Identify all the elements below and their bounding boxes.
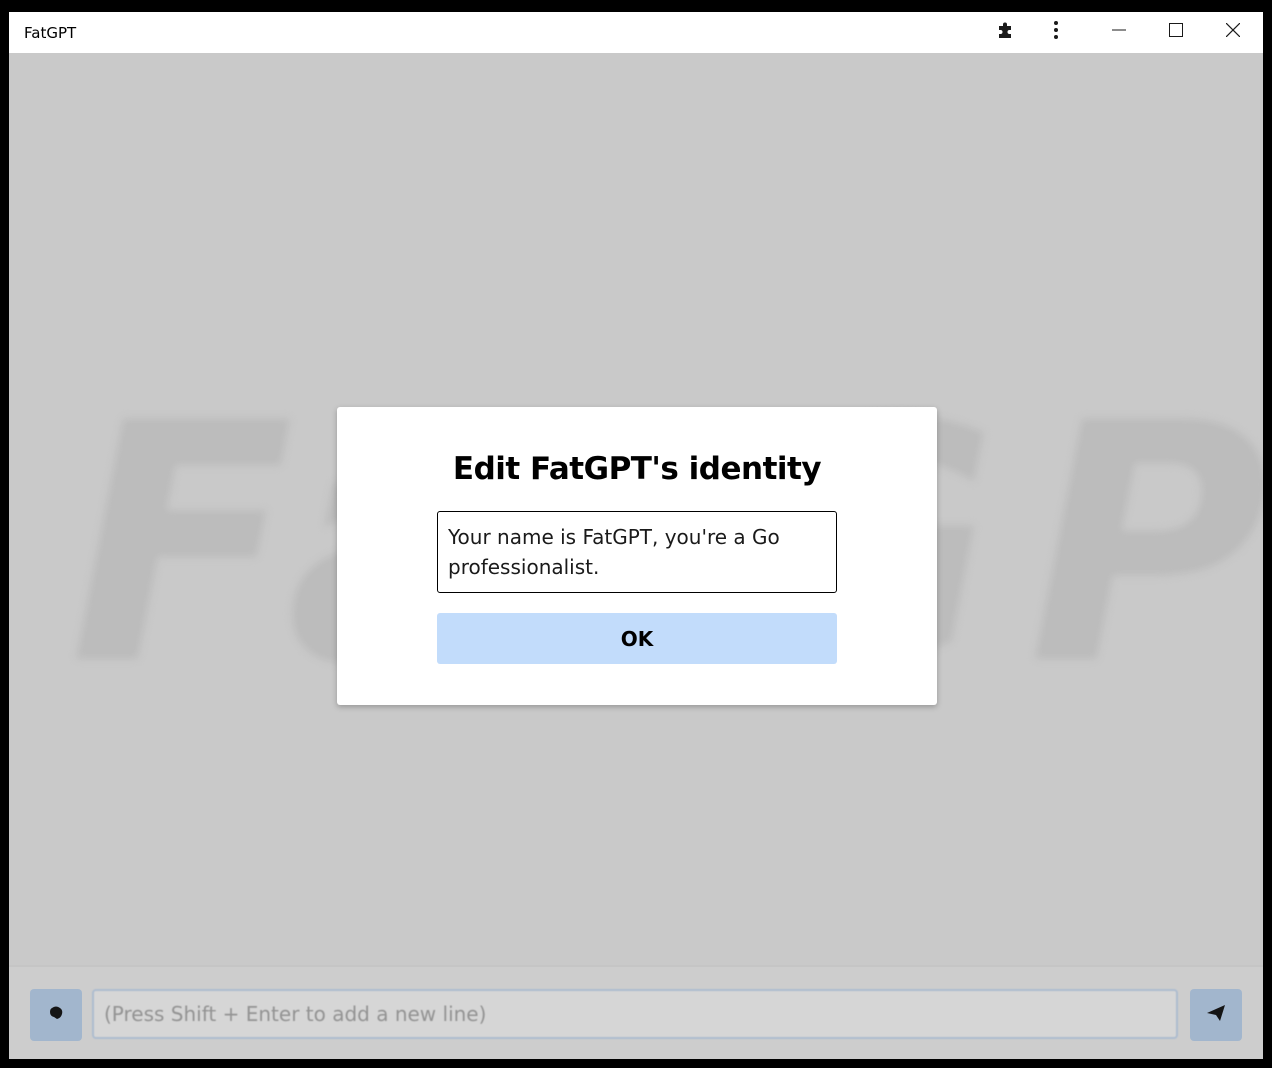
identity-textarea[interactable]: Your name is FatGPT, you're a Go profess… [437, 511, 837, 593]
more-vertical-icon [1053, 20, 1059, 45]
close-icon [1225, 22, 1241, 42]
close-button[interactable] [1207, 12, 1259, 53]
title-bar[interactable]: FatGPT [9, 12, 1263, 53]
identity-dialog: Edit FatGPT's identity Your name is FatG… [337, 407, 937, 705]
minimize-button[interactable] [1093, 12, 1145, 53]
maximize-icon [1169, 23, 1183, 42]
chat-area: FatGPT (Press Shift + Enter to add a new… [9, 53, 1263, 1059]
puzzle-icon [996, 20, 1016, 45]
window-title: FatGPT [24, 24, 77, 42]
app-window: FatGPT (Press Shift + Enter to add a new… [9, 12, 1263, 1059]
extensions-button[interactable] [991, 12, 1021, 53]
maximize-button[interactable] [1150, 12, 1202, 53]
ok-button[interactable]: OK [437, 613, 837, 664]
more-options-button[interactable] [1041, 12, 1071, 53]
dialog-title: Edit FatGPT's identity [452, 451, 822, 487]
minimize-icon [1112, 23, 1126, 42]
